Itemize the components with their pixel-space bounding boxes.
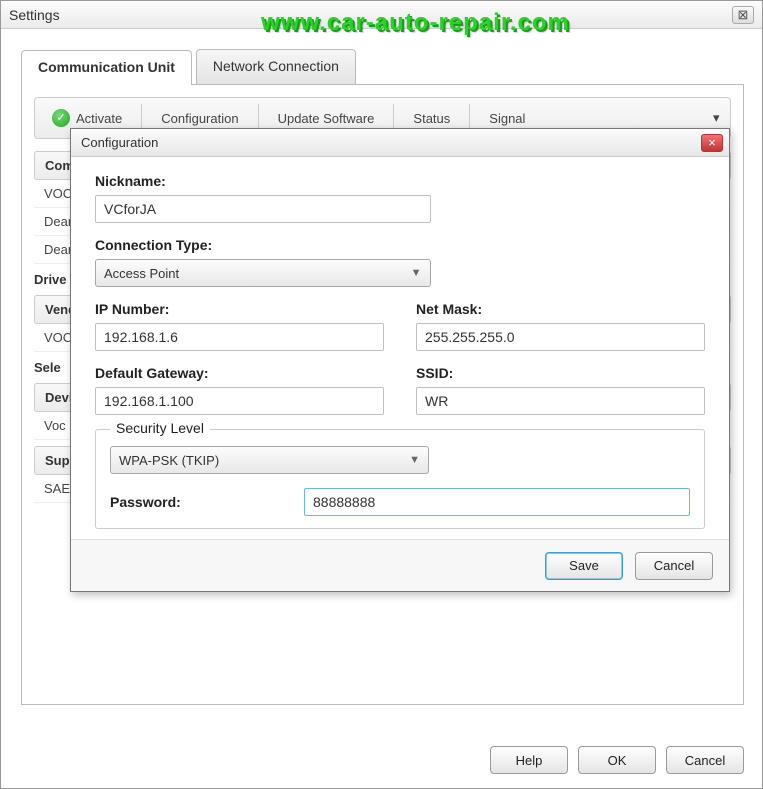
- net-mask-input[interactable]: [416, 323, 705, 351]
- security-level-select[interactable]: WPA-PSK (TKIP) ▼: [110, 446, 429, 474]
- check-icon: ✓: [52, 109, 70, 127]
- security-level-fieldset: Security Level WPA-PSK (TKIP) ▼ Password…: [95, 429, 705, 529]
- window-close-button[interactable]: ⊠: [732, 6, 754, 24]
- toolbar-update-label: Update Software: [278, 111, 375, 126]
- connection-type-label: Connection Type:: [95, 237, 705, 253]
- dialog-body: Nickname: Connection Type: Access Point …: [71, 157, 729, 539]
- chevron-down-icon: ▾: [713, 110, 720, 126]
- ok-button[interactable]: OK: [578, 746, 656, 774]
- settings-button-row: Help OK Cancel: [490, 746, 744, 774]
- default-gateway-input[interactable]: [95, 387, 384, 415]
- dialog-cancel-button[interactable]: Cancel: [635, 552, 713, 580]
- ip-number-input[interactable]: [95, 323, 384, 351]
- cancel-button[interactable]: Cancel: [666, 746, 744, 774]
- dialog-titlebar: Configuration ×: [71, 129, 729, 157]
- toolbar-activate-label: Activate: [76, 111, 122, 126]
- toolbar-signal-label: Signal: [489, 111, 525, 126]
- tab-communication-unit[interactable]: Communication Unit: [21, 50, 192, 85]
- tab-strip: Communication Unit Network Connection: [21, 49, 744, 85]
- default-gateway-label: Default Gateway:: [95, 365, 384, 381]
- save-button[interactable]: Save: [545, 552, 623, 580]
- connection-type-select[interactable]: Access Point ▼: [95, 259, 431, 287]
- password-input[interactable]: [304, 488, 690, 516]
- nickname-input[interactable]: [95, 195, 431, 223]
- window-titlebar: Settings ⊠: [1, 1, 762, 29]
- window-title: Settings: [9, 7, 60, 23]
- chevron-down-icon: ▼: [409, 454, 420, 466]
- dialog-close-button[interactable]: ×: [701, 134, 723, 152]
- security-level-legend: Security Level: [110, 420, 210, 436]
- configuration-dialog: Configuration × Nickname: Connection Typ…: [70, 128, 730, 592]
- ip-number-label: IP Number:: [95, 301, 384, 317]
- dialog-footer: Save Cancel: [71, 539, 729, 591]
- security-level-value: WPA-PSK (TKIP): [119, 453, 219, 468]
- net-mask-label: Net Mask:: [416, 301, 705, 317]
- help-button[interactable]: Help: [490, 746, 568, 774]
- chevron-down-icon: ▼: [411, 267, 422, 279]
- password-label: Password:: [110, 494, 280, 510]
- nickname-label: Nickname:: [95, 173, 705, 189]
- dialog-title: Configuration: [81, 135, 158, 150]
- tab-network-connection[interactable]: Network Connection: [196, 49, 356, 84]
- toolbar-status-label: Status: [413, 111, 450, 126]
- ssid-label: SSID:: [416, 365, 705, 381]
- toolbar-configuration-label: Configuration: [161, 111, 238, 126]
- connection-type-value: Access Point: [104, 266, 179, 281]
- ssid-input[interactable]: [416, 387, 705, 415]
